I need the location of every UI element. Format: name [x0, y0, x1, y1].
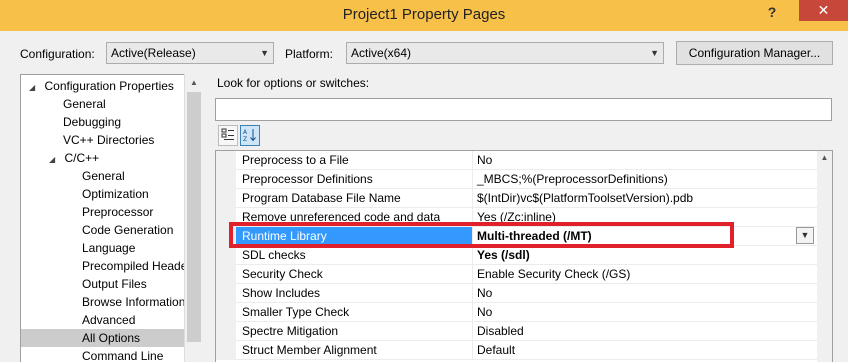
alphabetical-view-button[interactable]: A Z [240, 125, 260, 146]
tree-item-advanced[interactable]: Advanced [82, 311, 135, 329]
property-name: Smaller Type Check [236, 303, 473, 322]
tree-item-optimization[interactable]: Optimization [82, 185, 149, 203]
property-name: SDL checks [236, 246, 473, 265]
platform-label: Platform: [285, 47, 334, 61]
tree-item-command-line[interactable]: Command Line [82, 347, 163, 362]
expander-icon[interactable]: ◢ [29, 83, 35, 92]
property-row[interactable]: SDL checks Yes (/sdl) [216, 246, 818, 265]
property-row[interactable]: Spectre Mitigation Disabled [216, 322, 818, 341]
chevron-down-icon: ▼ [650, 48, 659, 58]
configuration-manager-button[interactable]: Configuration Manager... [676, 41, 833, 65]
property-value[interactable]: No [473, 151, 818, 170]
platform-value: Active(x64) [351, 46, 412, 60]
scroll-up-icon[interactable]: ▲ [817, 153, 832, 162]
tree-item-configuration-properties[interactable]: ◢ Configuration Properties [29, 77, 174, 95]
tree-item-general[interactable]: General [63, 95, 106, 113]
tree-item-language[interactable]: Language [82, 239, 135, 257]
grid-scrollbar[interactable]: ▲ [817, 151, 832, 362]
property-value[interactable]: Enable Security Check (/GS) [473, 265, 818, 284]
property-row[interactable]: Struct Member Alignment Default [216, 341, 818, 360]
tree-item-label: Configuration Properties [44, 79, 174, 93]
property-value[interactable]: Yes (/sdl) [473, 246, 818, 265]
property-name: Show Includes [236, 284, 473, 303]
search-label: Look for options or switches: [217, 76, 370, 90]
property-row[interactable]: Preprocessor Definitions _MBCS;%(Preproc… [216, 170, 818, 189]
annotation-highlight-box [229, 222, 734, 248]
property-value[interactable]: No [473, 284, 818, 303]
property-row[interactable]: Security Check Enable Security Check (/G… [216, 265, 818, 284]
configuration-dropdown[interactable]: Active(Release) ▼ [106, 42, 274, 64]
runtime-library-dropdown-button[interactable]: ▼ [796, 227, 814, 244]
tree-item-vc-directories[interactable]: VC++ Directories [63, 131, 154, 149]
tree-item-browse-information[interactable]: Browse Information [82, 293, 185, 311]
categorized-view-button[interactable] [218, 125, 238, 146]
property-value[interactable]: Default [473, 341, 818, 360]
property-name: Spectre Mitigation [236, 322, 473, 341]
property-name: Program Database File Name [236, 189, 473, 208]
tree-item-precompiled-headers[interactable]: Precompiled Heade [82, 257, 187, 275]
scrollbar-thumb[interactable] [187, 92, 201, 342]
alphabetical-icon: A Z [243, 129, 256, 142]
expander-icon[interactable]: ◢ [49, 155, 55, 164]
property-name: Security Check [236, 265, 473, 284]
property-value[interactable]: Disabled [473, 322, 818, 341]
configuration-label: Configuration: [20, 47, 95, 61]
tree-item-code-generation[interactable]: Code Generation [82, 221, 173, 239]
tree-item-all-options[interactable]: All Options [21, 329, 185, 347]
property-name: Preprocess to a File [236, 151, 473, 170]
property-name: Preprocessor Definitions [236, 170, 473, 189]
chevron-down-icon: ▼ [260, 48, 269, 58]
chevron-down-icon: ▼ [800, 230, 810, 240]
scroll-up-icon[interactable]: ▲ [185, 74, 203, 91]
tree-scrollbar[interactable]: ▲ [184, 74, 203, 362]
tree-item-debugging[interactable]: Debugging [63, 113, 121, 131]
tree-item-cpp-general[interactable]: General [82, 167, 125, 185]
property-value[interactable]: No [473, 303, 818, 322]
tree-item-label: C/C++ [64, 151, 100, 165]
platform-dropdown[interactable]: Active(x64) ▼ [346, 42, 664, 64]
categorized-icon [221, 128, 234, 140]
property-row[interactable]: Smaller Type Check No [216, 303, 818, 322]
property-value[interactable]: $(IntDir)vc$(PlatformToolsetVersion).pdb [473, 189, 818, 208]
help-button[interactable]: ? [757, 1, 787, 23]
svg-text:Z: Z [243, 136, 247, 142]
svg-text:A: A [243, 129, 248, 136]
window-title: Project1 Property Pages [342, 6, 506, 23]
property-row[interactable]: Program Database File Name $(IntDir)vc$(… [216, 189, 818, 208]
tree-item-output-files[interactable]: Output Files [82, 275, 147, 293]
property-row[interactable]: Show Includes No [216, 284, 818, 303]
property-tree[interactable]: ◢ Configuration Properties General Debug… [20, 74, 203, 362]
search-input[interactable] [215, 98, 832, 121]
property-value[interactable]: _MBCS;%(PreprocessorDefinitions) [473, 170, 818, 189]
property-row[interactable]: Preprocess to a File No [216, 151, 818, 170]
configuration-value: Active(Release) [111, 46, 196, 60]
property-grid[interactable]: Preprocess to a File No Preprocessor Def… [215, 150, 833, 362]
tree-item-c-cpp[interactable]: ◢ C/C++ [49, 149, 99, 167]
tree-item-preprocessor[interactable]: Preprocessor [82, 203, 153, 221]
property-name: Struct Member Alignment [236, 341, 473, 360]
close-button[interactable]: ✕ [799, 0, 848, 21]
